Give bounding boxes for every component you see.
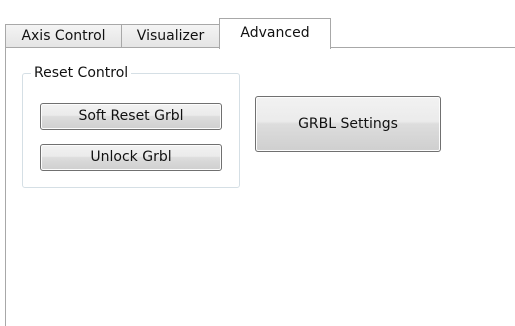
reset-control-title: Reset Control [31,63,132,83]
tab-visualizer[interactable]: Visualizer [121,24,220,48]
window-root: Axis Control Visualizer Advanced Reset C… [0,0,515,326]
soft-reset-grbl-button[interactable]: Soft Reset Grbl [40,103,222,130]
tab-axis-control[interactable]: Axis Control [5,24,122,48]
tab-strip: Axis Control Visualizer Advanced [0,0,515,49]
grbl-settings-button[interactable]: GRBL Settings [255,96,441,152]
unlock-grbl-button[interactable]: Unlock Grbl [40,144,222,171]
tab-advanced[interactable]: Advanced [219,18,331,49]
